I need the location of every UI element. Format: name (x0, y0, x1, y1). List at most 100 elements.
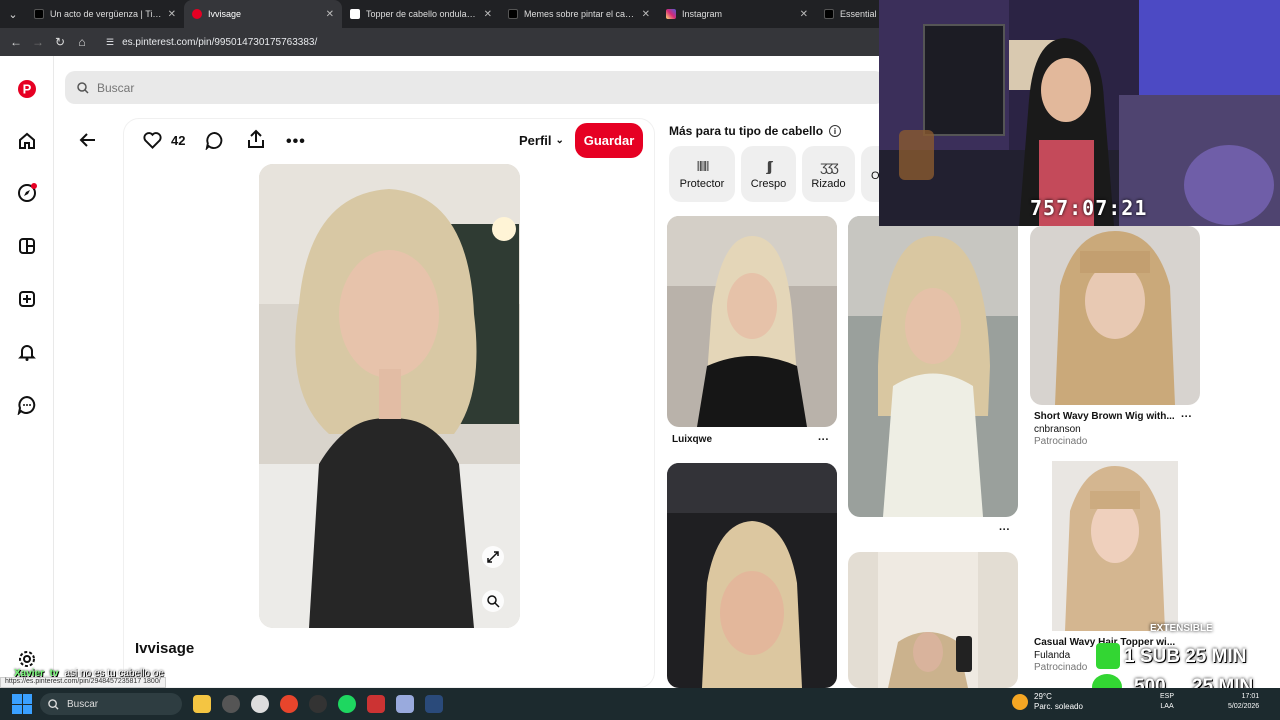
browser-tab[interactable]: Topper de cabello ondulado in ✕ (342, 0, 500, 28)
related-pin-author[interactable]: Luixqwe (672, 434, 712, 445)
chip-label: Crespo (750, 178, 787, 190)
hair-protector-icon: ǁǁǁ (696, 158, 709, 174)
hair-rizado-icon: ӡӡӡ (820, 158, 839, 174)
browser-tab[interactable]: Memes sobre pintar el cabello ✕ (500, 0, 658, 28)
goal-sub-text: 1 SUB 25 MIN (1124, 646, 1247, 667)
lang-code: ESP (1160, 693, 1175, 700)
share-icon[interactable] (246, 129, 266, 154)
windows-taskbar: Buscar (0, 688, 1280, 720)
like-count: 42 (171, 133, 186, 148)
steam-icon[interactable] (425, 695, 443, 713)
tab-title: Memes sobre pintar el cabello (524, 9, 636, 19)
temperature: 29°C (1034, 692, 1052, 701)
close-tab-icon[interactable]: ✕ (168, 9, 176, 20)
expand-icon[interactable] (482, 546, 504, 568)
related-pin-author[interactable]: cnbranson (1034, 424, 1081, 435)
language-indicator[interactable]: ESP LAA (1160, 692, 1174, 712)
heart-icon[interactable] (143, 131, 162, 154)
tiktok-icon (824, 9, 834, 19)
amazon-icon (350, 9, 360, 19)
windows-start-icon[interactable] (12, 694, 32, 714)
pinterest-icon (192, 9, 202, 19)
url-field[interactable]: ☰ es.pinterest.com/pin/99501473017576338… (106, 37, 317, 48)
pinterest-logo-icon[interactable]: P (16, 78, 38, 100)
pin-main-image[interactable] (259, 164, 520, 628)
profile-dropdown[interactable]: Perfil ⌄ (519, 133, 564, 148)
lang-layout: LAA (1160, 703, 1174, 710)
chrome-icon[interactable] (280, 695, 298, 713)
app-icon[interactable] (222, 695, 240, 713)
svg-text:P: P (23, 82, 32, 97)
info-icon[interactable]: i (829, 125, 842, 137)
app-icon[interactable] (251, 695, 269, 713)
create-plus-icon[interactable] (16, 288, 38, 310)
related-pin-image[interactable] (1030, 226, 1200, 405)
close-tab-icon[interactable]: ✕ (642, 9, 650, 20)
browser-tab[interactable]: Instagram ✕ (658, 0, 816, 28)
search-placeholder: Buscar (97, 80, 135, 95)
tiktok-icon (508, 9, 518, 19)
more-options-icon[interactable]: ··· (1181, 411, 1192, 423)
hair-type-chip-protector[interactable]: ǁǁǁ Protector (669, 146, 735, 202)
tab-title: Ivvisage (208, 9, 242, 19)
related-pin-image[interactable] (1030, 461, 1200, 631)
back-icon[interactable]: ← (8, 34, 24, 50)
visual-search-lens-icon[interactable] (482, 590, 504, 612)
url-text: es.pinterest.com/pin/995014730175763383/ (122, 36, 318, 48)
related-pin-image[interactable] (667, 216, 837, 427)
pin-author-name[interactable]: Ivvisage (135, 640, 194, 657)
webcam-overlay (879, 0, 1280, 226)
close-tab-icon[interactable]: ✕ (484, 9, 492, 20)
boards-icon[interactable] (16, 235, 38, 257)
file-explorer-icon[interactable] (193, 695, 211, 713)
system-clock[interactable]: 17:01 5/02/2026 (1228, 692, 1259, 712)
more-options-icon[interactable]: ••• (286, 133, 306, 151)
extensible-label: EXTENSIBLE (1150, 623, 1213, 634)
messages-icon[interactable] (16, 394, 38, 416)
site-info-icon[interactable]: ☰ (106, 37, 114, 48)
tab-title: Instagram (682, 9, 723, 19)
more-options-icon[interactable]: ··· (818, 434, 829, 446)
more-options-icon[interactable]: ··· (999, 524, 1010, 536)
weather-condition: Parc. soleado (1034, 702, 1083, 711)
home-icon[interactable] (16, 130, 38, 152)
browser-tab-active[interactable]: Ivvisage ✕ (184, 0, 342, 28)
tiktok-icon (34, 9, 44, 19)
related-pin-image[interactable] (848, 216, 1018, 517)
obs-icon[interactable] (309, 695, 327, 713)
related-pin-title[interactable]: Short Wavy Brown Wig with... (1034, 411, 1175, 422)
reload-icon[interactable]: ↻ (52, 34, 68, 50)
clock-date: 5/02/2026 (1228, 703, 1260, 710)
settings-gear-icon[interactable] (16, 648, 38, 670)
notifications-bell-icon[interactable] (16, 341, 38, 363)
app-icon[interactable] (367, 695, 385, 713)
tab-search-chevron-icon[interactable]: ⌄ (0, 0, 26, 28)
close-tab-icon[interactable]: ✕ (326, 9, 334, 20)
notepad-icon[interactable] (396, 695, 414, 713)
save-button[interactable]: Guardar (575, 123, 643, 158)
hair-type-chip-rizado[interactable]: ӡӡӡ Rizado (802, 146, 855, 202)
search-icon (77, 81, 89, 94)
instagram-icon (666, 9, 676, 19)
close-tab-icon[interactable]: ✕ (800, 9, 808, 20)
explore-compass-icon[interactable] (16, 182, 38, 204)
comment-icon[interactable] (205, 131, 224, 155)
weather-widget[interactable]: 29°C Parc. soleado (1012, 692, 1083, 712)
home-icon[interactable]: ⌂ (74, 34, 90, 50)
back-arrow-icon[interactable] (78, 130, 100, 152)
related-pin-author[interactable]: Fulanda (1034, 650, 1070, 661)
browser-tab[interactable]: Un acto de vergüenza | TikTok ✕ (26, 0, 184, 28)
sponsored-label: Patrocinado (1034, 436, 1088, 447)
search-input[interactable]: Buscar (65, 71, 885, 104)
forward-icon[interactable]: → (30, 34, 46, 50)
hair-type-chip-partial[interactable]: O (861, 146, 880, 202)
taskbar-search-input[interactable]: Buscar (40, 693, 182, 715)
related-pin-image[interactable] (848, 552, 1018, 688)
related-section-title: Más para tu tipo de cabello i (669, 124, 842, 138)
hair-type-chip-crespo[interactable]: ʃʃʃ Crespo (741, 146, 796, 202)
sub-goal-icon (1096, 643, 1120, 669)
chip-label: Rizado (811, 178, 846, 190)
sponsored-label: Patrocinado (1034, 662, 1088, 673)
related-pin-image[interactable] (667, 463, 837, 688)
spotify-icon[interactable] (338, 695, 356, 713)
